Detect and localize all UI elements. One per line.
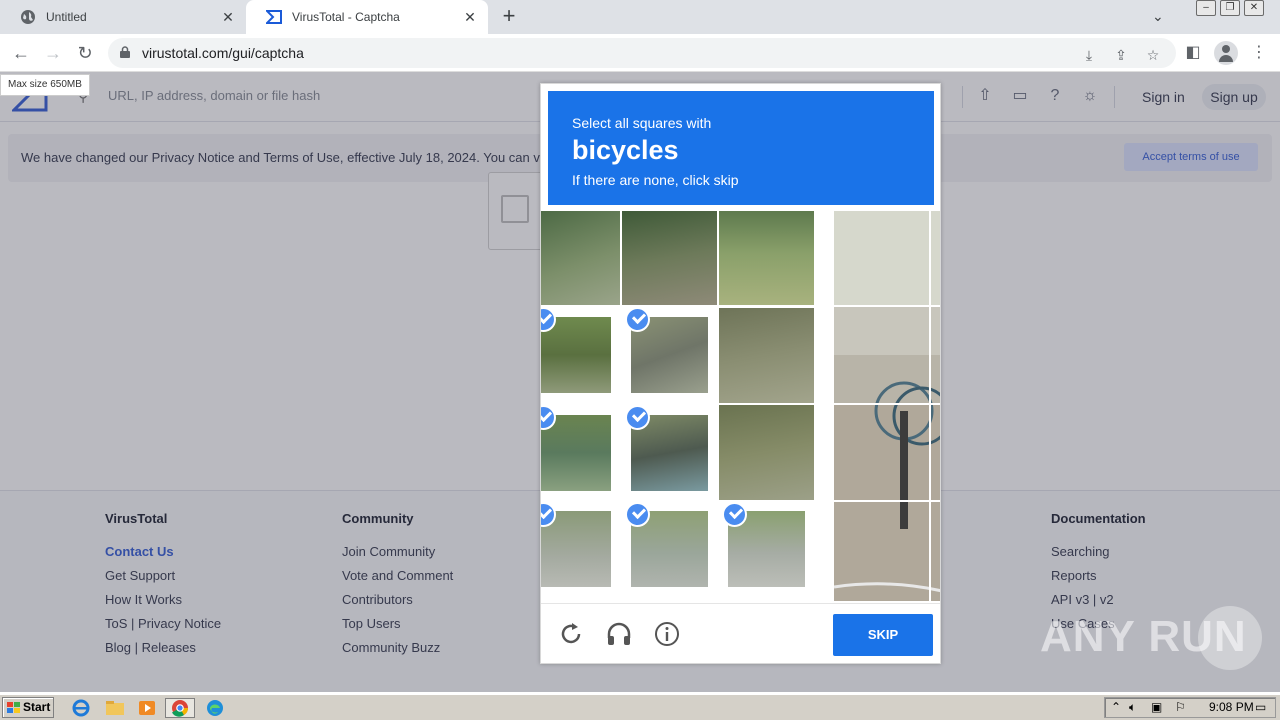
max-size-tooltip: Max size 650MB [0,74,90,96]
tab-virustotal-captcha[interactable]: VirusTotal - Captcha ✕ [246,0,488,34]
media-player-icon[interactable] [136,698,158,718]
captcha-prompt: Select all squares with bicycles If ther… [548,91,934,205]
anyrun-watermark: ANY RUN [1040,602,1270,672]
back-arrow-icon[interactable]: ← [10,42,32,64]
audio-headphones-icon[interactable] [605,620,633,648]
minimize-button[interactable]: – [1196,0,1216,16]
tab-untitled[interactable]: Untitled ✕ [0,0,246,34]
windows-taskbar: Start ⌃ 🔈︎ ▣ ⚐ 9:08 PM ▭ [0,694,1280,720]
prompt-target: bicycles [572,135,679,165]
captcha-footer: SKIP [541,603,940,663]
windows-flag-icon [7,702,20,713]
prompt-hint: If there are none, click skip [572,172,739,188]
bookmark-star-icon[interactable]: ☆ [1144,46,1162,64]
captcha-tile[interactable] [541,211,620,305]
skip-button[interactable]: SKIP [833,614,933,656]
forward-arrow-icon[interactable]: → [42,42,64,64]
bicycle-street-image [834,211,940,601]
file-explorer-icon[interactable] [104,698,126,718]
reload-icon[interactable]: ↻ [74,42,96,64]
captcha-tile[interactable] [622,211,717,305]
start-button[interactable]: Start [2,697,54,718]
captcha-challenge: Select all squares with bicycles If ther… [540,83,941,664]
system-tray: ⌃ 🔈︎ ▣ ⚐ 9:08 PM ▭ [1104,697,1276,718]
close-tab-icon[interactable]: ✕ [462,9,478,25]
captcha-tile-column[interactable] [834,211,940,601]
show-hidden-icons[interactable]: ⌃ [1111,700,1121,714]
install-icon[interactable]: ⤓ [1080,46,1098,64]
notification-icon[interactable]: ▭ [1255,700,1266,714]
action-center-flag-icon[interactable]: ⚐ [1175,700,1186,714]
browser-tab-bar: Untitled ✕ VirusTotal - Captcha ✕ + ⌄ – … [0,0,1280,34]
captcha-tile[interactable] [719,405,814,500]
address-bar[interactable]: virustotal.com/gui/captcha ⤓ ⇪ ☆ [108,38,1176,68]
volume-icon[interactable]: 🔈︎ [1129,700,1136,715]
maximize-button[interactable]: ❐ [1220,0,1240,16]
chevron-down-icon[interactable]: ⌄ [1152,8,1164,25]
internet-explorer-icon[interactable] [70,698,92,718]
profile-avatar[interactable] [1214,41,1238,65]
chrome-icon [172,700,189,717]
refresh-icon[interactable] [557,620,585,648]
start-label: Start [23,700,51,714]
watermark-play-icon [1198,606,1262,670]
chrome-taskbar-button[interactable] [165,698,195,718]
browser-toolbar: ← → ↻ virustotal.com/gui/captcha ⤓ ⇪ ☆ ◧… [0,34,1280,72]
info-icon[interactable] [653,620,681,648]
clock: 9:08 PM [1209,700,1254,714]
new-tab-button[interactable]: + [498,5,520,27]
virustotal-icon [266,9,282,25]
url-text: virustotal.com/gui/captcha [142,45,304,61]
prompt-line: Select all squares with [572,115,712,131]
network-icon[interactable]: ▣ [1151,700,1162,714]
selected-check-icon [625,307,650,332]
tab-title: Untitled [46,10,87,24]
menu-kebab-icon[interactable]: ⋮ [1248,42,1270,64]
window-controls: – ❐ ✕ [1196,0,1264,20]
lock-icon [120,46,130,58]
selected-check-icon [625,502,650,527]
tab-title: VirusTotal - Captcha [292,10,400,24]
close-window-button[interactable]: ✕ [1244,0,1264,16]
captcha-image-grid [541,211,940,601]
close-tab-icon[interactable]: ✕ [220,9,236,25]
share-icon[interactable]: ⇪ [1112,46,1130,64]
selected-check-icon [625,405,650,430]
sidebar-icon[interactable]: ◧ [1182,42,1204,64]
globe-icon [20,9,36,25]
captcha-tile[interactable] [719,308,814,403]
edge-icon[interactable] [204,698,226,718]
selected-check-icon [722,502,747,527]
captcha-tile[interactable] [719,211,814,305]
